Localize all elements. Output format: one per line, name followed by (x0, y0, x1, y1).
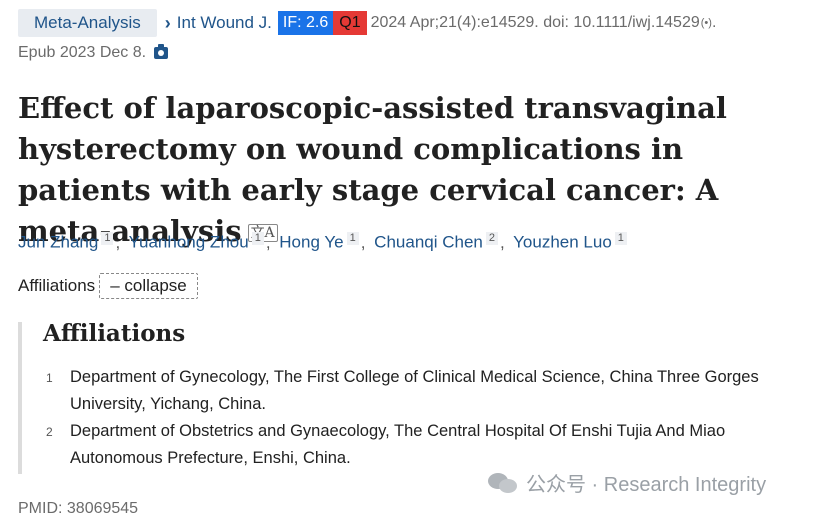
impact-factor-badge: IF: 2.6 (277, 11, 334, 35)
affiliation-ref[interactable]: 1 (346, 232, 359, 245)
affiliation-ref[interactable]: 1 (101, 232, 114, 245)
affiliations-label: Affiliations (18, 276, 96, 295)
epub-row: Epub 2023 Dec 8. (18, 44, 169, 62)
affiliation-number: 1 (46, 371, 53, 385)
affiliation-number: 2 (46, 425, 53, 439)
journal-link[interactable]: Int Wound J. (177, 13, 272, 33)
collapse-button[interactable]: – collapse (99, 273, 198, 299)
affiliations-panel: Affiliations 1 Department of Gynecology,… (18, 320, 818, 474)
affiliations-list: 1 Department of Gynecology, The First Co… (46, 364, 816, 472)
author-link[interactable]: Hong Ye (279, 233, 343, 252)
affiliation-text: Department of Gynecology, The First Coll… (70, 368, 759, 413)
author-list: Jun Zhang 1, Yuanhong Zhou 1, Hong Ye 1, Ch… (18, 232, 627, 253)
citation-bar: Meta-Analysis › Int Wound J. IF: 2.6 Q1 … (18, 8, 716, 38)
citation-text: 2024 Apr;21(4):e14529. doi: 10.1111/iwj.… (370, 14, 700, 31)
article-type-tag[interactable]: Meta-Analysis (18, 9, 157, 37)
author-link[interactable]: Yuanhong Zhou (129, 233, 249, 252)
article-title: Effect of laparoscopic-assisted transvag… (18, 91, 727, 248)
affiliation-ref[interactable]: 1 (251, 232, 264, 245)
author-link[interactable]: Chuanqi Chen (374, 233, 483, 252)
wechat-icon (488, 471, 518, 495)
list-item: 1 Department of Gynecology, The First Co… (46, 364, 816, 418)
pmid: PMID: 38069545 (18, 500, 139, 517)
author-link[interactable]: Youzhen Luo (513, 233, 612, 252)
affiliations-toggle-row: Affiliations – collapse (18, 273, 198, 299)
quartile-badge: Q1 (333, 11, 367, 35)
chevron-right-icon: › (164, 12, 171, 33)
watermark: 公众号 · Research Integrity (488, 468, 766, 497)
list-item: 2 Department of Obstetrics and Gynaecolo… (46, 418, 816, 472)
author-link[interactable]: Jun Zhang (18, 233, 98, 252)
affiliation-text: Department of Obstetrics and Gynaecology… (70, 422, 726, 467)
epub-date: Epub 2023 Dec 8. (18, 44, 147, 61)
watermark-text: 公众号 · Research Integrity (526, 474, 767, 496)
affiliation-ref[interactable]: 2 (485, 232, 498, 245)
affiliations-heading: Affiliations (43, 320, 186, 347)
copy-icon[interactable]: (•) (701, 17, 712, 29)
camera-icon[interactable] (154, 44, 169, 59)
affiliation-ref[interactable]: 1 (614, 232, 627, 245)
